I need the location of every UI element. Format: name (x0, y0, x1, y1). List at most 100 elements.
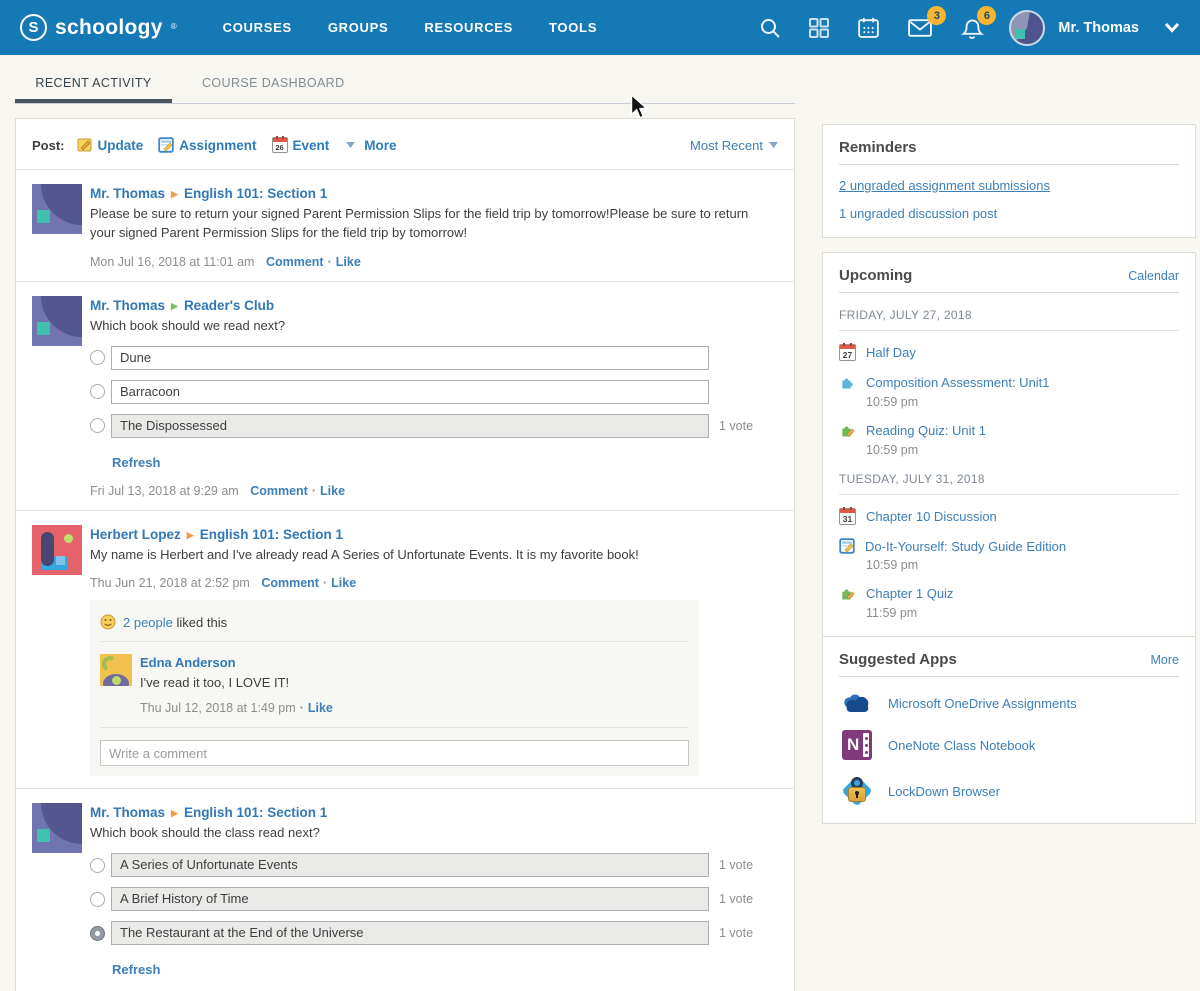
event-time: 10:59 pm (866, 395, 1179, 409)
poll-option-label: A Series of Unfortunate Events (111, 853, 709, 877)
calendar-event-icon: 31 (839, 508, 856, 525)
poll-option-label: The Restaurant at the End of the Univers… (111, 921, 709, 945)
reminders-panel: Reminders 2 ungraded assignment submissi… (822, 124, 1196, 238)
messages-badge: 3 (927, 6, 946, 25)
event-link[interactable]: Chapter 1 Quiz (866, 586, 953, 601)
post-body: My name is Herbert and I've already read… (90, 546, 762, 565)
app-item: LockDown Browser (839, 775, 1179, 807)
comment-link[interactable]: Comment (261, 576, 319, 590)
event-link[interactable]: Chapter 10 Discussion (866, 509, 997, 524)
poll-option-label: The Dispossessed (111, 414, 709, 438)
search-icon[interactable] (758, 16, 782, 40)
tab-course-dashboard[interactable]: COURSE DASHBOARD (202, 62, 345, 103)
poll-radio[interactable] (90, 892, 105, 907)
liked-by-link[interactable]: 2 people (123, 615, 173, 630)
comment-input[interactable] (100, 740, 689, 766)
vote-count: 1 vote (719, 858, 753, 872)
post-course-link[interactable]: English 101: Section 1 (200, 527, 343, 542)
post-author-link[interactable]: Mr. Thomas (90, 186, 165, 201)
avatar[interactable] (32, 803, 82, 853)
event-link[interactable]: Composition Assessment: Unit1 (866, 375, 1050, 390)
avatar[interactable] (100, 654, 132, 686)
poll-question: Which book should we read next? (90, 317, 762, 336)
post-course-link[interactable]: Reader's Club (184, 298, 274, 313)
avatar[interactable] (32, 184, 82, 234)
feed-tabs: RECENT ACTIVITY COURSE DASHBOARD (15, 62, 795, 104)
post-course-link[interactable]: English 101: Section 1 (184, 805, 327, 820)
poll-option-label: Dune (111, 346, 709, 370)
like-link[interactable]: Like (331, 576, 356, 590)
upcoming-title: Upcoming (839, 267, 912, 284)
nav-courses[interactable]: COURSES (223, 20, 292, 35)
vote-count: 1 vote (719, 926, 753, 940)
poll-radio[interactable] (90, 350, 105, 365)
tab-recent-activity[interactable]: RECENT ACTIVITY (15, 62, 172, 103)
app-grid-icon[interactable] (807, 16, 831, 40)
poll-radio-selected[interactable] (90, 926, 105, 941)
poll-radio[interactable] (90, 858, 105, 873)
vote-count: 1 vote (719, 419, 753, 433)
post-author-link[interactable]: Mr. Thomas (90, 805, 165, 820)
event-link[interactable]: Half Day (866, 345, 916, 360)
reminder-link[interactable]: 1 ungraded discussion post (839, 206, 1179, 221)
nav-groups[interactable]: GROUPS (328, 20, 389, 35)
primary-navigation: COURSES GROUPS RESOURCES TOOLS (223, 20, 597, 35)
comments-section: 2 people liked this Edna Anderson I've r… (90, 600, 699, 776)
upcoming-event: 27 Half Day (839, 344, 1179, 361)
calendar-icon[interactable] (856, 15, 881, 40)
app-link[interactable]: LockDown Browser (888, 784, 1000, 799)
caret-down-icon (769, 142, 778, 148)
poll-refresh-link[interactable]: Refresh (112, 455, 160, 470)
post-timestamp: Thu Jun 21, 2018 at 2:52 pm (90, 576, 250, 590)
sort-dropdown[interactable]: Most Recent (690, 138, 778, 153)
poll-refresh-link[interactable]: Refresh (112, 962, 160, 977)
poll-radio[interactable] (90, 384, 105, 399)
comment-link[interactable]: Comment (250, 484, 308, 498)
assignment-icon (158, 137, 174, 153)
feed-post: Mr. Thomas▶English 101: Section 1 Which … (16, 789, 794, 991)
nav-resources[interactable]: RESOURCES (424, 20, 513, 35)
post-author-link[interactable]: Mr. Thomas (90, 298, 165, 313)
messages-icon[interactable]: 3 (906, 15, 934, 40)
like-link[interactable]: Like (336, 255, 361, 269)
post-author-link[interactable]: Herbert Lopez (90, 527, 181, 542)
notifications-bell-icon[interactable]: 6 (959, 15, 984, 40)
post-more-button[interactable]: More (344, 138, 396, 153)
app-link[interactable]: Microsoft OneDrive Assignments (888, 696, 1077, 711)
avatar[interactable] (32, 296, 82, 346)
like-link[interactable]: Like (308, 701, 333, 715)
post-update-button[interactable]: Update (77, 137, 144, 153)
post-course-link[interactable]: English 101: Section 1 (184, 186, 327, 201)
liked-by-suffix: liked this (177, 615, 228, 630)
post-assignment-button[interactable]: Assignment (158, 137, 256, 153)
schoology-logo-icon: S (20, 14, 47, 41)
app-link[interactable]: OneNote Class Notebook (888, 738, 1035, 753)
event-time: 11:59 pm (866, 606, 1179, 620)
poll-option-row: A Series of Unfortunate Events 1 vote (90, 853, 778, 877)
activity-feed: Post: Update Assignment 26 Event More Mo… (15, 118, 795, 991)
comment-author-link[interactable]: Edna Anderson (140, 655, 236, 670)
event-time: 10:59 pm (866, 558, 1179, 572)
avatar[interactable] (32, 525, 82, 575)
user-name[interactable]: Mr. Thomas (1058, 20, 1139, 36)
more-apps-link[interactable]: More (1151, 653, 1179, 667)
like-link[interactable]: Like (320, 484, 345, 498)
post-event-button[interactable]: 26 Event (272, 137, 330, 153)
upcoming-event: Chapter 1 Quiz (839, 585, 1179, 602)
event-link[interactable]: Do-It-Yourself: Study Guide Edition (865, 539, 1066, 554)
breadcrumb-arrow-icon: ▶ (187, 530, 194, 540)
calendar-link[interactable]: Calendar (1128, 269, 1179, 283)
chevron-down-icon[interactable] (1164, 22, 1180, 33)
schoology-logo[interactable]: S schoology ® (20, 14, 177, 41)
puzzle-green-icon (839, 585, 856, 602)
nav-tools[interactable]: TOOLS (549, 20, 597, 35)
poll: A Series of Unfortunate Events 1 vote A … (90, 853, 778, 979)
post-title: Mr. Thomas▶Reader's Club (90, 298, 778, 313)
assignment-icon (839, 538, 855, 554)
comment-link[interactable]: Comment (266, 255, 324, 269)
event-link[interactable]: Reading Quiz: Unit 1 (866, 423, 986, 438)
poll-radio[interactable] (90, 418, 105, 433)
reminder-link[interactable]: 2 ungraded assignment submissions (839, 178, 1179, 193)
event-time: 10:59 pm (866, 443, 1179, 457)
user-avatar[interactable] (1009, 10, 1045, 46)
